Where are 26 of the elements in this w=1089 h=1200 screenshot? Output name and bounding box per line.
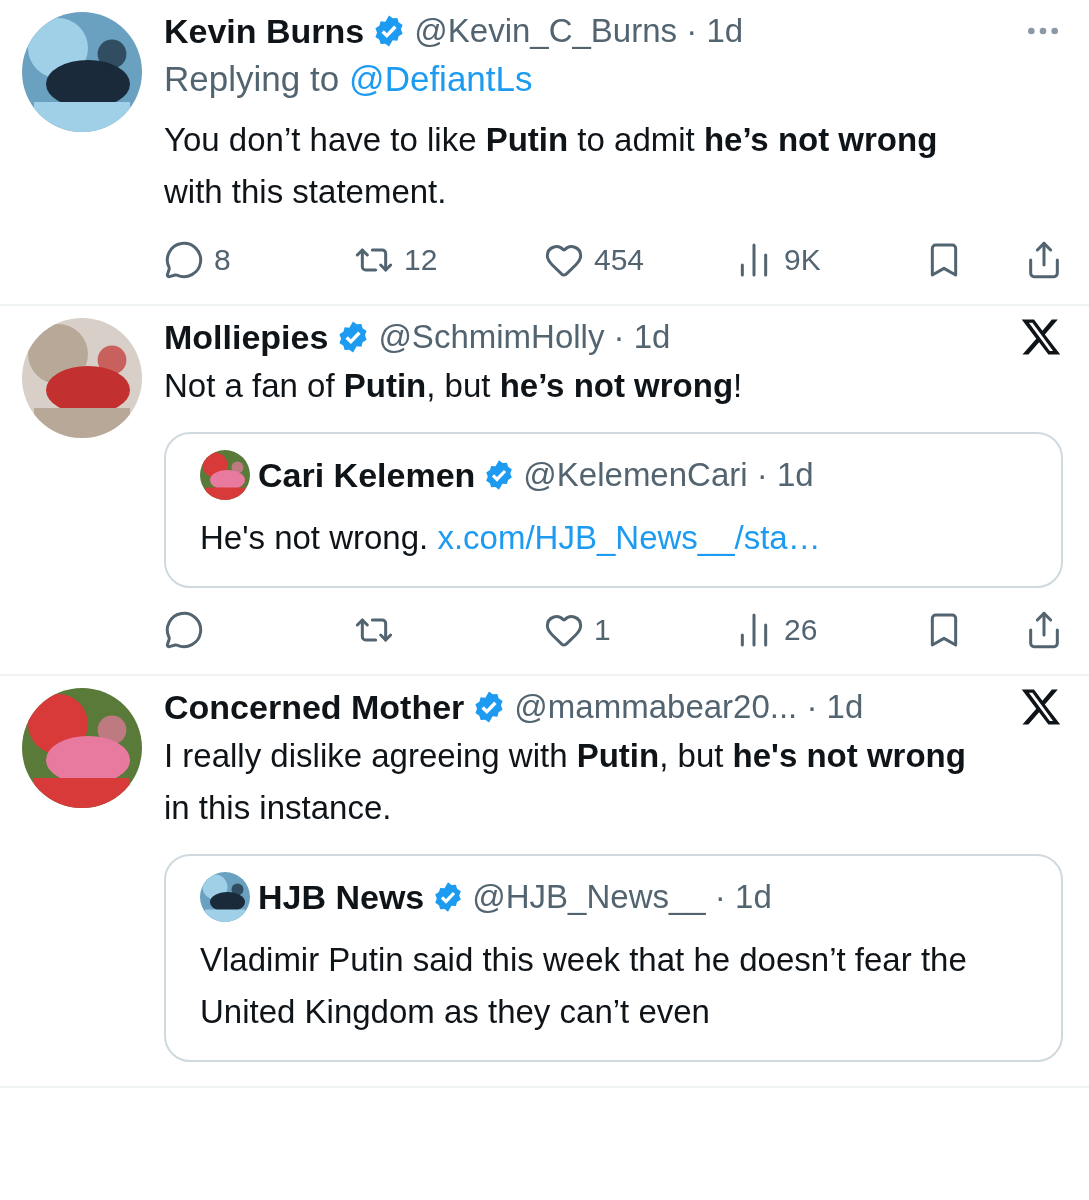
quote-text: Vladimir Putin said this week that he doesn’t fear the United Kingdom as they can’t even bbox=[200, 941, 967, 1030]
action-count: 9K bbox=[784, 243, 821, 277]
reply-icon[interactable] bbox=[164, 610, 204, 650]
handle-time: @mammabear20... · 1d bbox=[514, 688, 865, 726]
quoted-tweet[interactable]: HJB News @HJB_News__ · 1d Vladimir Putin said this week that he doesn’t fear the United Kingdom as they can’t even bbox=[164, 854, 1063, 1062]
author-name: Cari Kelemen bbox=[258, 455, 476, 495]
author-name[interactable]: Kevin Burns bbox=[164, 11, 365, 51]
author-name: HJB News bbox=[258, 877, 425, 917]
action-count: 8 bbox=[214, 243, 231, 277]
handle-time: @SchmimHolly · 1d bbox=[378, 318, 672, 356]
handle-time: @HJB_News__ · 1d bbox=[472, 878, 773, 916]
tweet-text: Not a fan of Putin, but he’s not wrong! bbox=[164, 366, 744, 406]
action-count: 12 bbox=[404, 243, 438, 277]
tweet-text: I really dislike agreeing with Putin, but he's not wrong in this instance. bbox=[164, 736, 967, 828]
author-name[interactable]: Concerned Mother bbox=[164, 687, 465, 727]
quote-text: He's not wrong. bbox=[200, 519, 429, 556]
handle-time: @Kevin_C_Burns · 1d bbox=[414, 12, 745, 50]
quoted-tweet[interactable]: Cari Kelemen @KelemenCari · 1d He's not wrong. x.com/HJB_News__/sta… bbox=[164, 432, 1063, 588]
handle-time: @KelemenCari · 1d bbox=[523, 456, 815, 494]
replying-label: Replying to bbox=[164, 58, 340, 100]
action-count: 1 bbox=[594, 613, 611, 647]
author-name[interactable]: Molliepies bbox=[164, 317, 329, 357]
tweet-text: You don’t have to like Putin to admit he’s not wrong with this statement. bbox=[164, 120, 939, 212]
action-count: 26 bbox=[784, 613, 818, 647]
action-count: 454 bbox=[594, 243, 645, 277]
reply-icon[interactable] bbox=[164, 240, 204, 280]
